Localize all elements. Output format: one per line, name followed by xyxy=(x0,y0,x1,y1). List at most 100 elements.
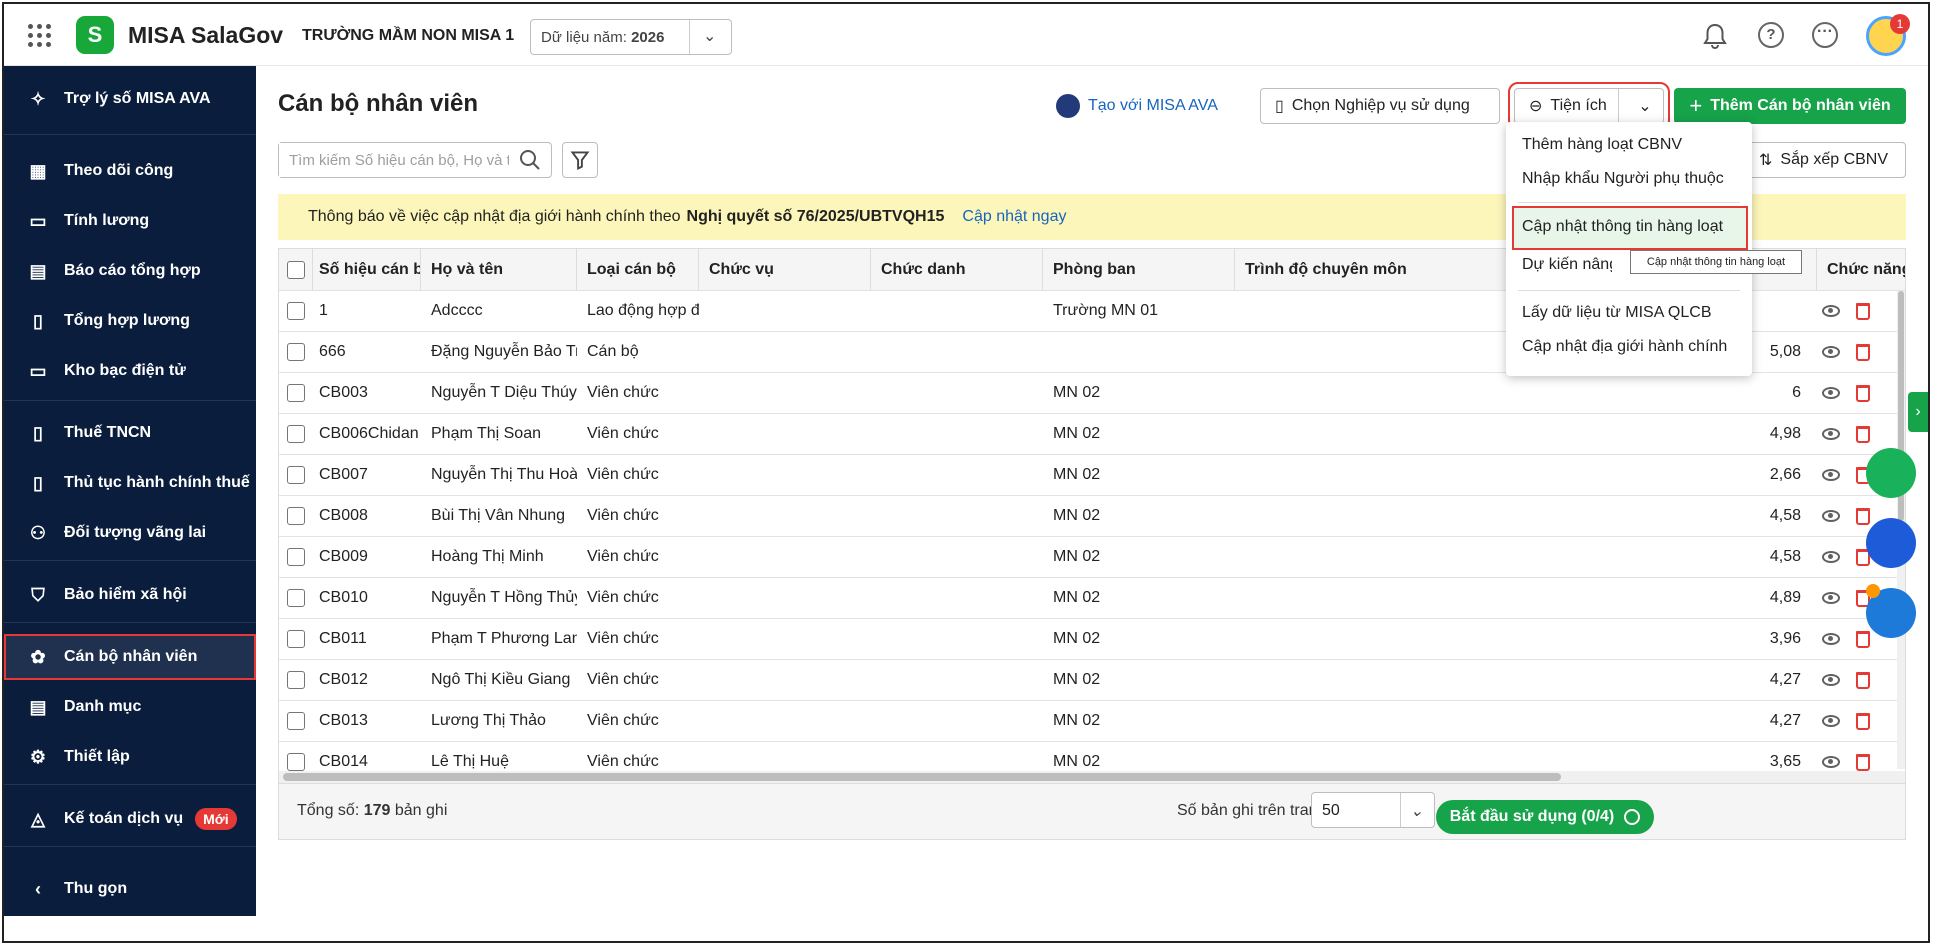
chevron-down-icon[interactable]: ⌄ xyxy=(703,26,716,46)
sidebar-item-insurance[interactable]: ⛉ Bảo hiểm xã hội xyxy=(4,572,256,618)
delete-icon[interactable] xyxy=(1856,630,1870,648)
delete-icon[interactable] xyxy=(1856,302,1870,320)
row-checkbox[interactable] xyxy=(287,753,305,771)
view-icon[interactable] xyxy=(1822,346,1840,358)
sidebar-item-salary[interactable]: ▭ Tính lương xyxy=(4,198,256,244)
sidebar-item-accounting-service[interactable]: ◬ Kế toán dịch vụ Mới xyxy=(4,796,256,842)
delete-icon[interactable] xyxy=(1856,384,1870,402)
row-checkbox[interactable] xyxy=(287,425,305,443)
ava-create-link[interactable]: Tạo với MISA AVA xyxy=(1056,94,1218,118)
row-checkbox[interactable] xyxy=(287,466,305,484)
row-checkbox[interactable] xyxy=(287,671,305,689)
sidebar-item-visitors[interactable]: ⚇ Đối tượng vãng lai xyxy=(4,510,256,556)
start-using-button[interactable]: Bắt đầu sử dụng (0/4) xyxy=(1436,800,1654,834)
col-code[interactable]: Số hiệu cán bộ xyxy=(313,249,421,290)
delete-icon[interactable] xyxy=(1856,671,1870,689)
table-row[interactable]: CB006Chidan Phạm Thị Soan Viên chức MN 02 4,… xyxy=(279,414,1905,455)
sidebar-item-tax-procedures[interactable]: ▯ Thủ tục hành chính thuế xyxy=(4,460,256,506)
cell-value: 6 xyxy=(1792,384,1801,401)
sidebar-item-salary-summary[interactable]: ▯ Tổng hợp lương xyxy=(4,298,256,344)
col-position[interactable]: Chức vụ xyxy=(699,249,871,290)
view-icon[interactable] xyxy=(1822,715,1840,727)
select-all-checkbox[interactable] xyxy=(286,260,305,279)
view-icon[interactable] xyxy=(1822,469,1840,481)
delete-icon[interactable] xyxy=(1856,753,1870,771)
sidebar-item-pit[interactable]: ▯ Thuế TNCN xyxy=(4,410,256,456)
per-page-select[interactable]: 50 ⌄ xyxy=(1311,792,1435,828)
delete-icon[interactable] xyxy=(1856,425,1870,443)
row-checkbox[interactable] xyxy=(287,507,305,525)
search-field[interactable] xyxy=(278,142,552,178)
delete-icon[interactable] xyxy=(1856,712,1870,730)
filter-icon[interactable] xyxy=(562,142,598,178)
choose-business-button[interactable]: ▯ Chọn Nghiệp vụ sử dụng xyxy=(1260,88,1500,124)
row-checkbox[interactable] xyxy=(287,384,305,402)
app-grid-icon[interactable] xyxy=(26,22,51,47)
row-checkbox[interactable] xyxy=(287,712,305,730)
table-row[interactable]: CB013 Lương Thị Thảo Viên chức MN 02 4,27 xyxy=(279,701,1905,742)
help-icon[interactable]: ? xyxy=(1758,22,1784,48)
horizontal-scrollbar[interactable] xyxy=(279,771,1905,783)
row-checkbox[interactable] xyxy=(287,630,305,648)
menu-item-salary-forecast[interactable]: Dự kiến nâng lương xyxy=(1522,256,1612,274)
year-select[interactable]: Dữ liệu năm: 2026 ⌄ xyxy=(530,19,732,55)
view-icon[interactable] xyxy=(1822,674,1840,686)
row-checkbox[interactable] xyxy=(287,589,305,607)
sort-button[interactable]: ⇅ Sắp xếp CBNV xyxy=(1744,142,1906,178)
table-row[interactable]: CB008 Bùi Thị Vân Nhung Viên chức MN 02 4,58 xyxy=(279,496,1905,537)
team-icon: ✿ xyxy=(30,647,46,667)
menu-item-update-admin-boundary[interactable]: Cập nhật địa giới hành chính xyxy=(1522,338,1727,356)
more-options-icon[interactable]: ··· xyxy=(1812,22,1838,48)
col-name[interactable]: Họ và tên xyxy=(421,249,577,290)
view-icon[interactable] xyxy=(1822,387,1840,399)
update-now-link[interactable]: Cập nhật ngay xyxy=(962,208,1066,226)
sidebar-item-attendance[interactable]: ▦ Theo dõi công xyxy=(4,148,256,194)
row-checkbox[interactable] xyxy=(287,302,305,320)
collapse-sidebar-button[interactable]: ‹ Thu gọn xyxy=(4,866,256,912)
row-checkbox[interactable] xyxy=(287,548,305,566)
chevron-down-icon[interactable]: ⌄ xyxy=(1410,801,1423,821)
sidebar-item-staff[interactable]: ✿ Cán bộ nhân viên xyxy=(4,634,256,680)
sidebar-item-treasury[interactable]: ▭ Kho bạc điện tử xyxy=(4,348,256,394)
sidebar-item-ava[interactable]: ✧ Trợ lý số MISA AVA xyxy=(4,76,256,122)
chevron-down-icon[interactable]: ⌄ xyxy=(1627,96,1663,116)
delete-icon[interactable] xyxy=(1856,507,1870,525)
table-row[interactable]: CB007 Nguyễn Thị Thu Hoài Viên chức MN 02 2,… xyxy=(279,455,1905,496)
cell-value: 4,27 xyxy=(1769,712,1801,729)
row-checkbox[interactable] xyxy=(287,343,305,361)
view-icon[interactable] xyxy=(1822,510,1840,522)
sidebar-item-settings[interactable]: ⚙ Thiết lập xyxy=(4,734,256,780)
menu-item-bulk-update[interactable]: Cập nhật thông tin hàng loạt xyxy=(1522,218,1723,236)
utility-button[interactable]: ⊖ Tiện ích ⌄ xyxy=(1508,82,1670,130)
view-icon[interactable] xyxy=(1822,305,1840,317)
cell-department: MN 02 xyxy=(1053,384,1101,401)
table-row[interactable]: CB012 Ngô Thị Kiều Giang Viên chức MN 02 4,2… xyxy=(279,660,1905,701)
search-icon[interactable] xyxy=(519,149,541,171)
col-title[interactable]: Chức danh xyxy=(871,249,1043,290)
menu-item-bulk-add[interactable]: Thêm hàng loạt CBNV xyxy=(1522,136,1682,154)
search-input[interactable] xyxy=(279,143,509,177)
col-department[interactable]: Phòng ban xyxy=(1043,249,1235,290)
school-name[interactable]: TRƯỜNG MẦM NON MISA 1 xyxy=(302,27,514,45)
expand-panel-button[interactable]: › xyxy=(1908,392,1928,432)
table-row[interactable]: CB010 Nguyễn T Hồng Thủy Viên chức MN 02 4,8… xyxy=(279,578,1905,619)
bell-icon[interactable] xyxy=(1702,22,1728,50)
col-type[interactable]: Loại cán bộ xyxy=(577,249,699,290)
menu-item-fetch-qlcb[interactable]: Lấy dữ liệu từ MISA QLCB xyxy=(1522,304,1712,322)
table-row[interactable]: CB009 Hoàng Thị Minh Viên chức MN 02 4,58 xyxy=(279,537,1905,578)
table-row[interactable]: CB003 Nguyễn T Diệu Thúy Viên chức MN 02 6 xyxy=(279,373,1905,414)
delete-icon[interactable] xyxy=(1856,343,1870,361)
menu-item-import-dependents[interactable]: Nhập khẩu Người phụ thuộc xyxy=(1522,170,1724,188)
view-icon[interactable] xyxy=(1822,592,1840,604)
view-icon[interactable] xyxy=(1822,428,1840,440)
robot-assistant-icon[interactable] xyxy=(1866,518,1916,568)
sidebar-item-reports[interactable]: ▤ Báo cáo tổng hợp xyxy=(4,248,256,294)
add-staff-button[interactable]: + Thêm Cán bộ nhân viên xyxy=(1674,88,1906,124)
view-icon[interactable] xyxy=(1822,756,1840,768)
view-icon[interactable] xyxy=(1822,633,1840,645)
chat-icon[interactable] xyxy=(1866,448,1916,498)
sidebar-item-catalog[interactable]: ▤ Danh mục xyxy=(4,684,256,730)
view-icon[interactable] xyxy=(1822,551,1840,563)
cell-type: Viên chức xyxy=(587,507,659,524)
table-row[interactable]: CB011 Phạm T Phương Lan Viên chức MN 02 3,96 xyxy=(279,619,1905,660)
